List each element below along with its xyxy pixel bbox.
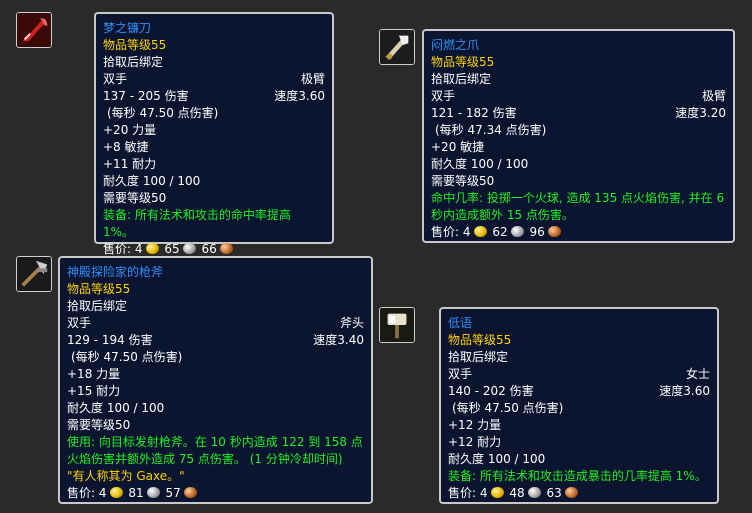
damage-range: 137 - 205 伤害 [103, 89, 189, 103]
item-name: 闷燃之爪 [431, 38, 480, 52]
gold-coin-icon [490, 487, 504, 498]
copper-amount: 66 [201, 242, 217, 256]
dps-line: (每秒 47.50 点伤害) [107, 106, 219, 120]
durability: 耐久度 100 / 100 [448, 452, 546, 466]
damage-row: 121 - 182 伤害 速度3.20 [431, 105, 726, 122]
stat-line: +12 耐力 [448, 435, 502, 449]
gold-amount: 4 [462, 225, 471, 239]
stat-line: +12 力量 [448, 418, 502, 432]
item-name: 低语 [448, 316, 473, 330]
damage-row: 129 - 194 伤害 速度3.40 [67, 332, 364, 349]
durability: 耐久度 100 / 100 [103, 174, 201, 188]
silver-amount: 65 [164, 242, 180, 256]
gold-amount: 4 [98, 486, 107, 500]
weapon-type: 极臂 [300, 72, 325, 86]
silver-amount: 81 [128, 486, 144, 500]
use-effect: 使用: 向目标发射枪斧。在 10 秒内造成 122 到 158 点火焰伤害并额外… [67, 435, 363, 466]
dps-line: (每秒 47.34 点伤害) [435, 123, 547, 137]
dps-line: (每秒 47.50 点伤害) [452, 401, 564, 415]
equip-effect: 装备: 所有法术和攻击造成暴击的几率提高 1%。 [448, 469, 707, 483]
gun-axe-icon[interactable] [16, 256, 52, 292]
sell-price: 售价: 4 81 57 [67, 485, 364, 502]
weapon-type: 斧头 [339, 316, 364, 330]
damage-range: 140 - 202 伤害 [448, 384, 534, 398]
copper-coin-icon [564, 487, 578, 498]
damage-row: 137 - 205 伤害 速度3.60 [103, 88, 325, 105]
gold-coin-icon [109, 487, 123, 498]
copper-amount: 96 [529, 225, 545, 239]
weapon-speed: 速度3.40 [313, 333, 364, 347]
silver-coin-icon [510, 226, 524, 237]
sell-label: 售价: [431, 225, 460, 239]
flavor-text: "有人称其为 Gaxe。" [67, 469, 185, 483]
hammer-icon[interactable] [379, 307, 415, 343]
hand-type: 双手 [103, 72, 128, 86]
claw-polearm-icon[interactable] [379, 29, 415, 65]
copper-amount: 57 [165, 486, 181, 500]
silver-coin-icon [146, 487, 160, 498]
gold-amount: 4 [479, 486, 488, 500]
copper-amount: 63 [546, 486, 562, 500]
hit-effect: 命中几率: 投掷一个火球, 造成 135 点火焰伤害, 并在 6 秒内造成额外 … [431, 191, 725, 222]
weapon-type: 女士 [685, 367, 710, 381]
item-name: 神殿探险家的枪斧 [67, 265, 164, 279]
stat-line: +8 敏捷 [103, 140, 149, 154]
item-tooltip: 神殿探险家的枪斧 物品等级55 拾取后绑定 双手 斧头 129 - 194 伤害… [58, 256, 373, 504]
hand-type-row: 双手 极臂 [103, 71, 325, 88]
item-level: 物品等级55 [103, 38, 167, 52]
sell-price: 售价: 4 48 63 [448, 485, 710, 502]
stat-line: +20 力量 [103, 123, 157, 137]
silver-amount: 48 [509, 486, 525, 500]
bind-type: 拾取后绑定 [431, 72, 492, 86]
hand-type: 双手 [448, 367, 473, 381]
item-tooltip: 低语 物品等级55 拾取后绑定 双手 女士 140 - 202 伤害 速度3.6… [439, 307, 719, 504]
gold-coin-icon [145, 243, 159, 254]
gold-amount: 4 [134, 242, 143, 256]
item-name: 梦之镰刀 [103, 21, 152, 35]
hand-type-row: 双手 女士 [448, 366, 710, 383]
hand-type-row: 双手 斧头 [67, 315, 364, 332]
red-scythe-icon[interactable] [16, 12, 52, 48]
stat-line: +11 耐力 [103, 157, 157, 171]
copper-coin-icon [547, 226, 561, 237]
silver-amount: 62 [492, 225, 508, 239]
bind-type: 拾取后绑定 [67, 299, 128, 313]
equip-effect: 装备: 所有法术和攻击的命中率提高 1%。 [103, 208, 291, 239]
bind-type: 拾取后绑定 [448, 350, 509, 364]
sell-label: 售价: [448, 486, 477, 500]
weapon-type: 极臂 [701, 89, 726, 103]
damage-row: 140 - 202 伤害 速度3.60 [448, 383, 710, 400]
sell-price: 售价: 4 62 96 [431, 224, 726, 241]
item-level: 物品等级55 [448, 333, 512, 347]
item-tooltip: 闷燃之爪 物品等级55 拾取后绑定 双手 极臂 121 - 182 伤害 速度3… [422, 29, 735, 243]
hand-type: 双手 [67, 316, 92, 330]
copper-coin-icon [219, 243, 233, 254]
gold-coin-icon [473, 226, 487, 237]
required-level: 需要等级50 [103, 191, 167, 205]
stat-line: +15 耐力 [67, 384, 121, 398]
item-level: 物品等级55 [431, 55, 495, 69]
hand-type: 双手 [431, 89, 456, 103]
weapon-speed: 速度3.20 [675, 106, 726, 120]
silver-coin-icon [182, 243, 196, 254]
stat-line: +20 敏捷 [431, 140, 485, 154]
item-tooltip: 梦之镰刀 物品等级55 拾取后绑定 双手 极臂 137 - 205 伤害 速度3… [94, 12, 334, 256]
damage-range: 129 - 194 伤害 [67, 333, 153, 347]
bind-type: 拾取后绑定 [103, 55, 164, 69]
weapon-speed: 速度3.60 [274, 89, 325, 103]
stat-line: +18 力量 [67, 367, 121, 381]
durability: 耐久度 100 / 100 [67, 401, 165, 415]
dps-line: (每秒 47.50 点伤害) [71, 350, 183, 364]
item-level: 物品等级55 [67, 282, 131, 296]
damage-range: 121 - 182 伤害 [431, 106, 517, 120]
sell-label: 售价: [103, 242, 132, 256]
required-level: 需要等级50 [431, 174, 495, 188]
durability: 耐久度 100 / 100 [431, 157, 529, 171]
sell-label: 售价: [67, 486, 96, 500]
copper-coin-icon [183, 487, 197, 498]
weapon-speed: 速度3.60 [659, 384, 710, 398]
silver-coin-icon [527, 487, 541, 498]
hand-type-row: 双手 极臂 [431, 88, 726, 105]
required-level: 需要等级50 [67, 418, 131, 432]
